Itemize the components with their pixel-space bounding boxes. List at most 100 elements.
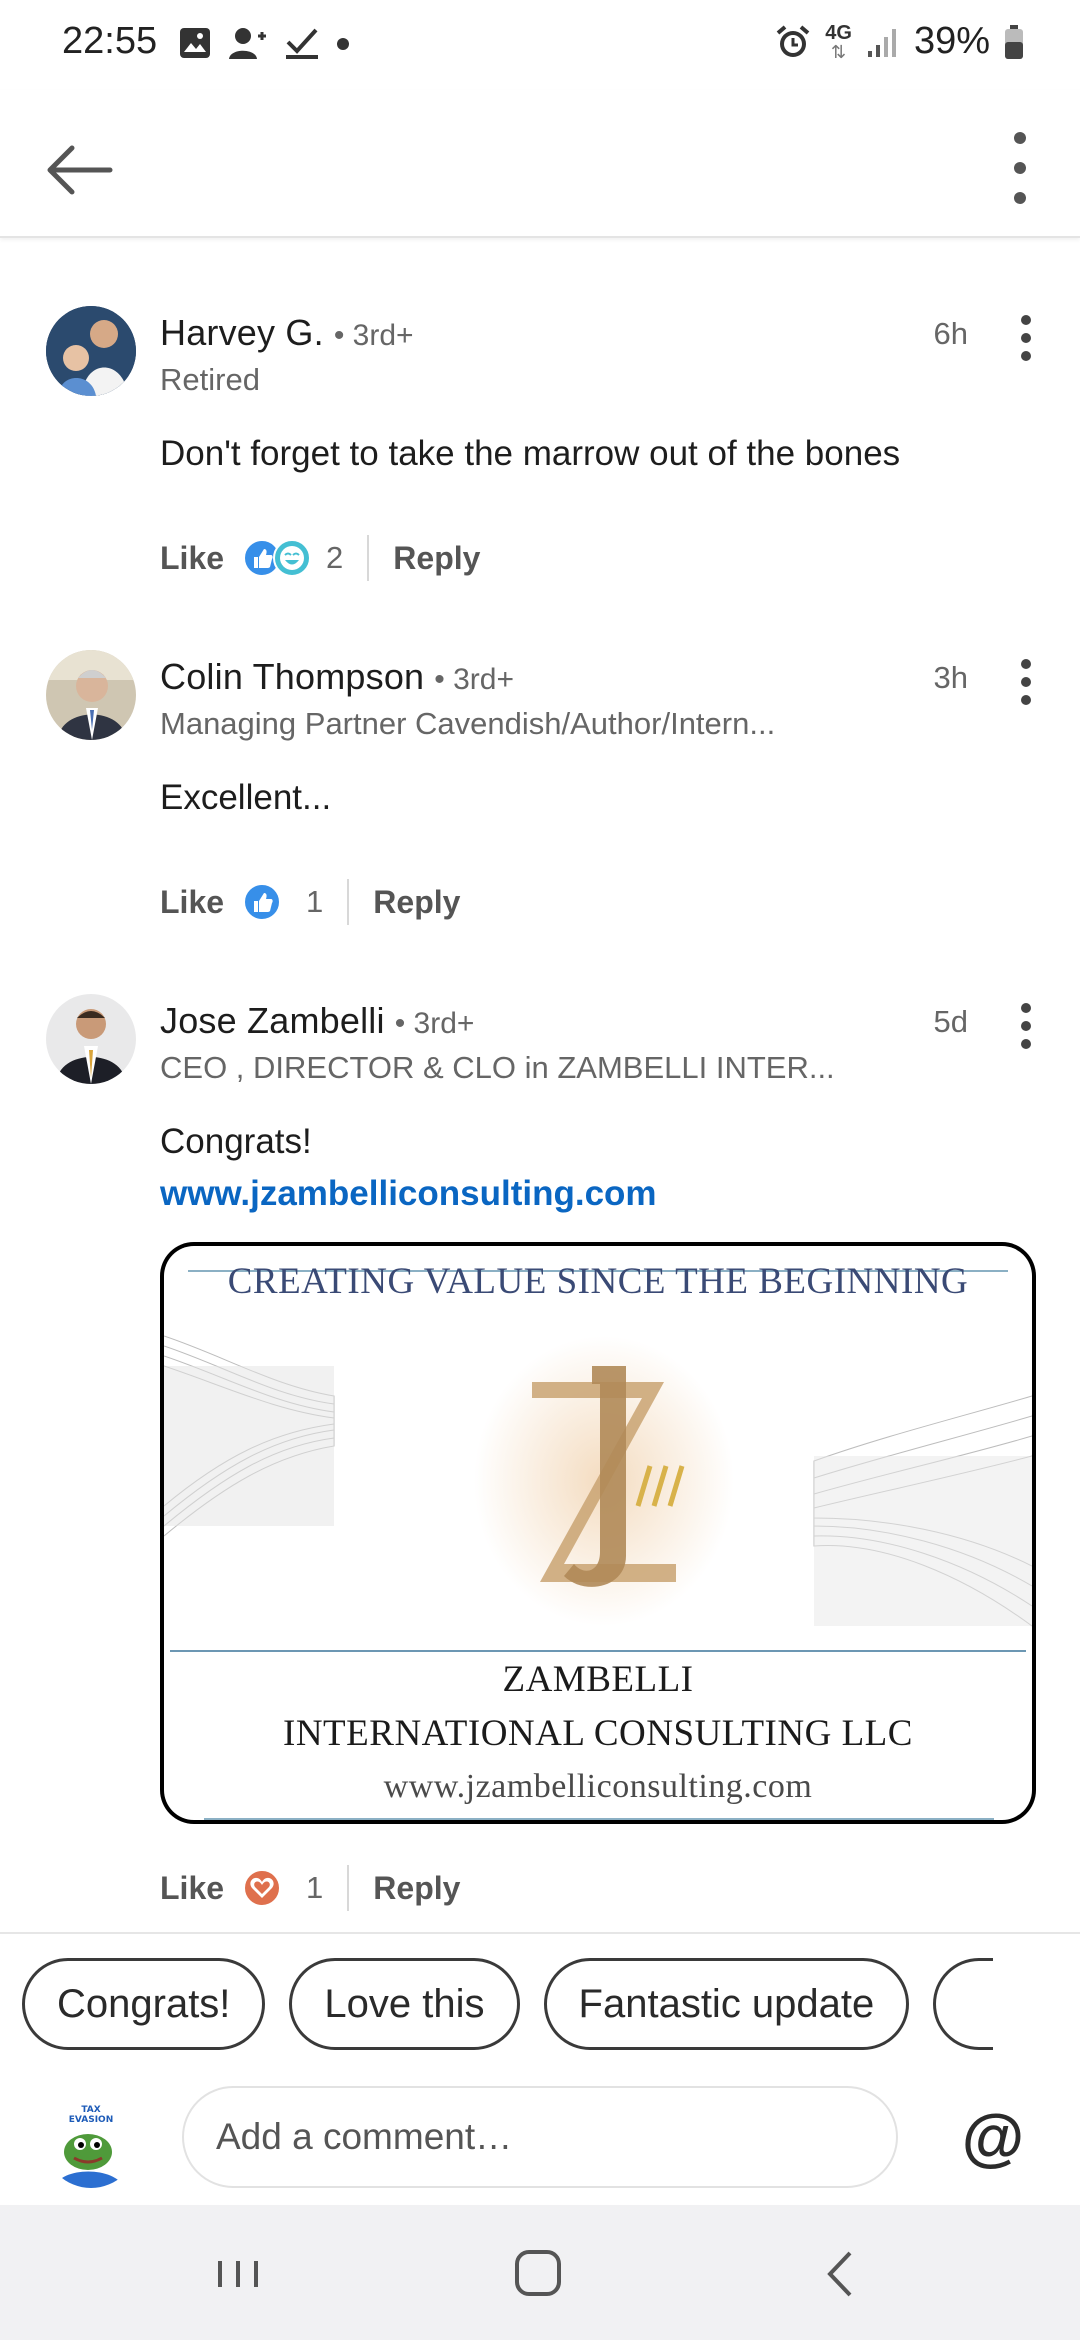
company-logo bbox=[454, 1326, 754, 1626]
reply-button[interactable]: Reply bbox=[393, 540, 480, 577]
avatar[interactable] bbox=[46, 650, 136, 740]
reaction-count: 1 bbox=[306, 1870, 324, 1905]
comment-text: Don't forget to take the marrow out of t… bbox=[160, 434, 901, 473]
image-company-name: ZAMBELLI bbox=[502, 1659, 694, 1700]
network-label: 4G bbox=[825, 21, 852, 44]
comment-more-button[interactable] bbox=[1006, 996, 1046, 1056]
battery-percent: 39% bbox=[913, 20, 990, 62]
like-button[interactable]: Like bbox=[160, 884, 224, 921]
like-button[interactable]: Like bbox=[160, 540, 224, 577]
author-line: Harvey G. • 3rd+ bbox=[160, 312, 414, 354]
avatar[interactable] bbox=[46, 994, 136, 1084]
author-headline: CEO , DIRECTOR & CLO in ZAMBELLI INTER..… bbox=[160, 1050, 835, 1085]
quick-reply-chip[interactable]: Love this bbox=[289, 1958, 520, 2050]
comment-actions: Like 1 Reply bbox=[160, 1860, 460, 1916]
mention-button[interactable]: @ bbox=[958, 2102, 1028, 2172]
comment-actions: Like 1 Reply bbox=[160, 874, 460, 930]
author-name[interactable]: Colin Thompson bbox=[160, 656, 424, 698]
connection-degree: • 3rd+ bbox=[434, 663, 514, 696]
action-divider bbox=[367, 535, 370, 581]
comment-more-button[interactable] bbox=[1006, 652, 1046, 712]
person-add-icon bbox=[229, 28, 266, 59]
reactions-summary[interactable]: 1 bbox=[242, 1868, 323, 1908]
more-vertical-icon bbox=[1021, 315, 1031, 361]
comment-link[interactable]: www.jzambelliconsulting.com bbox=[160, 1174, 657, 1214]
comment-image[interactable]: CREATING VALUE SINCE THE BEGINNING ZAMBE… bbox=[160, 1242, 1036, 1824]
author-name[interactable]: Jose Zambelli bbox=[160, 1000, 385, 1042]
reply-button[interactable]: Reply bbox=[373, 884, 460, 921]
recents-icon bbox=[218, 2261, 258, 2287]
author-line: Jose Zambelli • 3rd+ bbox=[160, 1000, 474, 1042]
author-headline: Managing Partner Cavendish/Author/Intern… bbox=[160, 706, 776, 741]
comment-actions: Like 2 Reply bbox=[160, 530, 480, 586]
reaction-count: 1 bbox=[306, 884, 324, 919]
reaction-count: 2 bbox=[326, 540, 344, 575]
comment-input[interactable]: Add a comment… bbox=[182, 2086, 898, 2188]
avatar-image bbox=[46, 306, 136, 396]
image-company-type: INTERNATIONAL CONSULTING LLC bbox=[283, 1713, 913, 1754]
quick-replies-bar: Congrats! Love this Fantastic update bbox=[0, 1932, 1080, 2080]
comment-image-content: CREATING VALUE SINCE THE BEGINNING ZAMBE… bbox=[164, 1246, 1032, 1820]
status-system-icons: 4G ⇅ 39% bbox=[775, 20, 1024, 63]
more-vertical-icon bbox=[1014, 132, 1026, 204]
quick-reply-chip-partial[interactable] bbox=[933, 1958, 994, 2050]
alarm-icon bbox=[776, 24, 810, 57]
recents-button[interactable] bbox=[198, 2239, 278, 2309]
system-back-button[interactable] bbox=[800, 2239, 880, 2309]
chevron-left-icon bbox=[827, 2251, 852, 2297]
home-button[interactable] bbox=[498, 2239, 578, 2309]
system-nav-bar bbox=[0, 2205, 1080, 2340]
comment-more-button[interactable] bbox=[1006, 308, 1046, 368]
connection-degree: • 3rd+ bbox=[394, 1007, 475, 1040]
image-divider bbox=[170, 1650, 1026, 1652]
svg-text:EVASION: EVASION bbox=[69, 2115, 113, 2125]
comment-text: Congrats! bbox=[160, 1122, 312, 1161]
back-button[interactable] bbox=[40, 130, 120, 210]
quick-reply-chip[interactable]: Congrats! bbox=[22, 1958, 266, 2050]
funny-reaction-icon bbox=[273, 539, 312, 577]
home-icon bbox=[515, 2250, 561, 2296]
app-header bbox=[0, 90, 1080, 238]
comment-text: Excellent... bbox=[160, 778, 332, 817]
avatar[interactable] bbox=[46, 306, 136, 396]
action-divider bbox=[347, 879, 350, 925]
avatar-image bbox=[46, 994, 136, 1084]
my-avatar[interactable]: TAX EVASION bbox=[44, 2094, 138, 2188]
comment-item: Harvey G. • 3rd+ Retired 6h Don't forget… bbox=[0, 300, 1080, 600]
like-button[interactable]: Like bbox=[160, 1870, 224, 1907]
image-icon bbox=[180, 28, 210, 58]
more-options-button[interactable] bbox=[1000, 126, 1040, 210]
love-reaction-icon bbox=[243, 1869, 282, 1907]
dot-icon bbox=[337, 38, 349, 50]
my-avatar-image: TAX EVASION bbox=[44, 2094, 138, 2188]
like-reaction-icon bbox=[243, 883, 282, 921]
network-4g-icon: 4G ⇅ bbox=[825, 21, 852, 62]
more-vertical-icon bbox=[1021, 659, 1031, 705]
comment-time: 6h bbox=[933, 316, 968, 351]
connection-degree: • 3rd+ bbox=[333, 319, 414, 352]
comment-time: 3h bbox=[933, 660, 968, 695]
reactions-summary[interactable]: 1 bbox=[242, 882, 323, 922]
author-headline: Retired bbox=[160, 362, 260, 397]
image-url: www.jzambelliconsulting.com bbox=[383, 1768, 813, 1805]
author-name[interactable]: Harvey G. bbox=[160, 312, 324, 354]
quick-replies: Congrats! Love this Fantastic update bbox=[22, 1958, 994, 2050]
arrow-left-icon bbox=[47, 145, 113, 195]
status-bar: 22:55 4G ⇅ 39% bbox=[0, 0, 1080, 90]
more-vertical-icon bbox=[1021, 1003, 1031, 1049]
quick-reply-chip[interactable]: Fantastic update bbox=[543, 1958, 910, 2050]
comment-time: 5d bbox=[933, 1004, 968, 1039]
comment-composer: TAX EVASION Add a comment… @ bbox=[0, 2080, 1080, 2205]
avatar-image bbox=[46, 650, 136, 740]
status-time: 22:55 bbox=[62, 20, 158, 62]
signal-icon bbox=[867, 28, 896, 57]
author-line: Colin Thompson • 3rd+ bbox=[160, 656, 514, 698]
action-divider bbox=[347, 1865, 350, 1911]
svg-text:TAX: TAX bbox=[81, 2105, 100, 2115]
image-divider bbox=[204, 1818, 994, 1820]
battery-icon bbox=[1005, 24, 1023, 59]
jz-logo-icon bbox=[474, 1336, 734, 1626]
reactions-summary[interactable]: 2 bbox=[242, 538, 343, 578]
image-headline: CREATING VALUE SINCE THE BEGINNING bbox=[227, 1261, 969, 1302]
reply-button[interactable]: Reply bbox=[373, 1870, 460, 1907]
